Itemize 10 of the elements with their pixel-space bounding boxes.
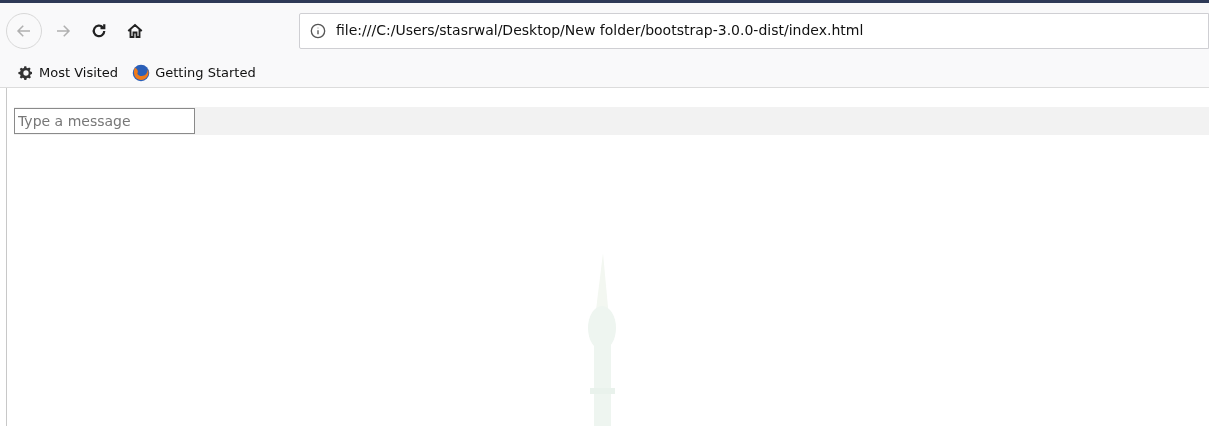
message-field[interactable]: Type a message	[14, 108, 195, 134]
reload-icon	[90, 21, 108, 40]
url-text: file:///C:/Users/stasrwal/Desktop/New folder/bootstrap-3.0.0-dist/index.html	[336, 21, 864, 40]
bookmark-item[interactable]: Most Visited	[18, 62, 119, 83]
address-bar[interactable]: file:///C:/Users/stasrwal/Desktop/New folder/bootstrap-3.0.0-dist/index.html	[299, 12, 1209, 49]
gear-icon	[18, 64, 34, 81]
globe-icon	[132, 63, 151, 82]
info-icon[interactable]	[310, 22, 326, 39]
bookmark-item[interactable]: Getting Started	[132, 62, 256, 83]
home-icon	[126, 21, 144, 40]
